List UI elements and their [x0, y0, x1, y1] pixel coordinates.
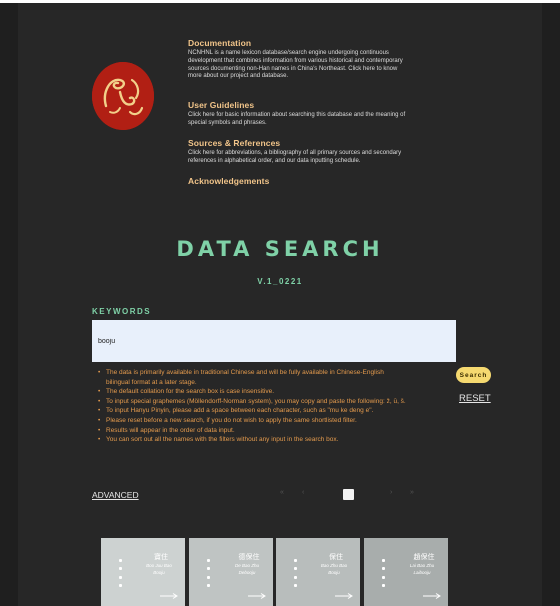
- prev-page-button[interactable]: ‹: [302, 489, 304, 496]
- result-card[interactable]: 保住 Bao Zhu Bao Booju: [276, 538, 360, 606]
- page-title: DATA SEARCH: [176, 237, 384, 261]
- note-item: The data is primarily available in tradi…: [98, 368, 408, 387]
- first-page-button[interactable]: «: [280, 489, 284, 496]
- card-romanized: Bao Zhu Bao: [320, 563, 348, 568]
- arrow-right-icon: [248, 593, 266, 599]
- acknowledgements-heading[interactable]: Acknowledgements: [188, 176, 410, 186]
- arrow-right-icon: [423, 593, 441, 599]
- documentation-section: Documentation NCNHNL is a name lexicon d…: [188, 38, 410, 81]
- card-name: 趙保住: [413, 554, 435, 561]
- user-guidelines-text[interactable]: Click here for basic information about s…: [188, 112, 410, 128]
- note-item: The default collation for the search box…: [98, 387, 408, 397]
- user-guidelines-heading[interactable]: User Guidelines: [188, 100, 410, 110]
- logo-glyph-icon: [92, 62, 154, 130]
- page-background: [0, 3, 560, 606]
- user-guidelines-section: User Guidelines Click here for basic inf…: [188, 100, 410, 128]
- card-transcription: Debooju: [238, 570, 256, 575]
- sources-section: Sources & References Click here for abbr…: [188, 138, 410, 166]
- reset-button[interactable]: RESET: [459, 393, 491, 404]
- arrow-right-icon: [160, 593, 178, 599]
- manchu-script-icon: [380, 556, 386, 590]
- acknowledgements-section: Acknowledgements: [188, 176, 410, 186]
- result-card[interactable]: 趙保住 Lai Bao Zhu Laibooju: [364, 538, 448, 606]
- card-transcription: Booju: [328, 570, 340, 575]
- card-romanized: De Bao Zhu: [234, 563, 259, 568]
- card-name: 德保住: [238, 554, 260, 561]
- card-transcription: Laibooju: [413, 570, 431, 575]
- manchu-script-icon: [117, 556, 123, 590]
- result-card[interactable]: 德保住 De Bao Zhu Debooju: [189, 538, 273, 606]
- card-romanized: Boo Juu Bao: [146, 563, 172, 568]
- search-notes: The data is primarily available in tradi…: [96, 368, 408, 445]
- sources-text[interactable]: Click here for abbreviations, a bibliogr…: [188, 150, 410, 166]
- arrow-right-icon: [335, 593, 353, 599]
- card-name: 寶住: [154, 554, 168, 561]
- card-transcription: Booju: [153, 570, 165, 575]
- search-input[interactable]: [92, 320, 456, 362]
- documentation-text[interactable]: NCNHNL is a name lexicon database/search…: [188, 50, 410, 81]
- card-name: 保住: [329, 554, 343, 561]
- next-page-button[interactable]: ›: [390, 489, 392, 496]
- documentation-heading[interactable]: Documentation: [188, 38, 410, 48]
- note-item: Please reset before a new search, if you…: [98, 416, 408, 426]
- note-item: To input Hanyu Pinyin, please add a spac…: [98, 406, 408, 416]
- pagination: « ‹ › »: [280, 489, 420, 501]
- note-item: To input special graphemes (Möllendorff-…: [98, 397, 408, 407]
- note-item: Results will appear in the order of data…: [98, 426, 408, 436]
- left-margin: [0, 3, 18, 606]
- version-label: V.1_0221: [257, 277, 303, 286]
- keywords-label: KEYWORDS: [92, 307, 152, 316]
- current-page-indicator[interactable]: [343, 489, 354, 500]
- manchu-script-icon: [292, 556, 298, 590]
- card-romanized: Lai Bao Zhu: [409, 563, 435, 568]
- search-button[interactable]: Search: [456, 367, 491, 383]
- site-logo[interactable]: [92, 62, 154, 130]
- sources-heading[interactable]: Sources & References: [188, 138, 410, 148]
- manchu-script-icon: [205, 556, 211, 590]
- advanced-search-link[interactable]: ADVANCED: [92, 490, 139, 500]
- last-page-button[interactable]: »: [410, 489, 414, 496]
- note-item: You can sort out all the names with the …: [98, 435, 408, 445]
- right-margin: [542, 3, 560, 606]
- result-card[interactable]: 寶住 Boo Juu Bao Booju: [101, 538, 185, 606]
